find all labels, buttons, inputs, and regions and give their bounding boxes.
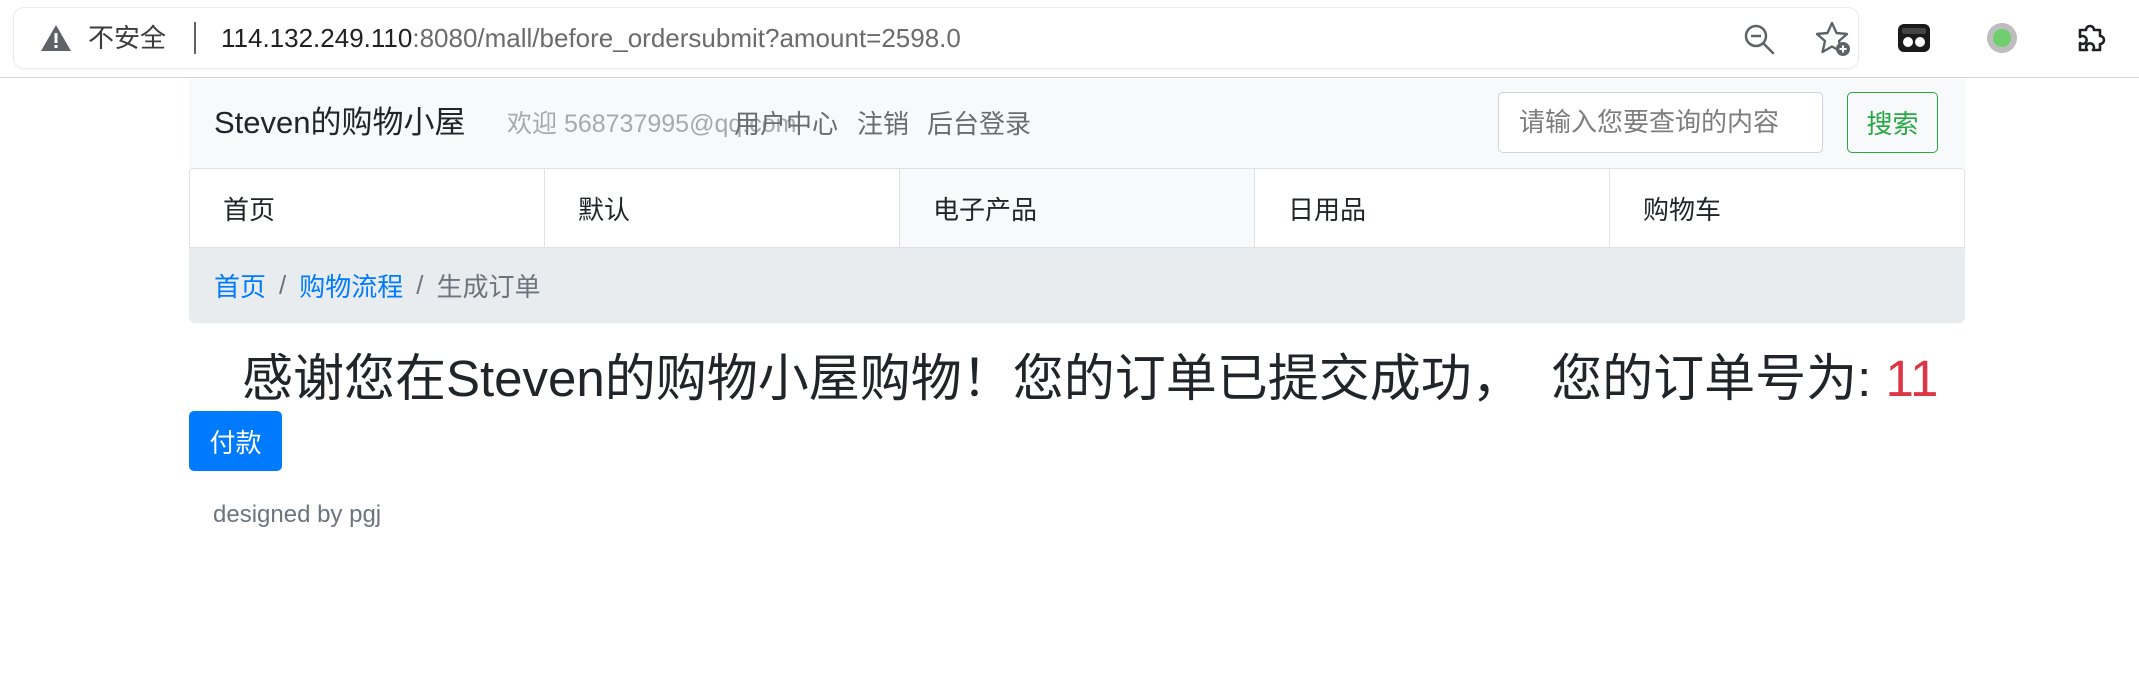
search-button[interactable]: 搜索 <box>1847 92 1938 153</box>
brand-link[interactable]: Steven的购物小屋 <box>214 105 466 141</box>
breadcrumb-home-link[interactable]: 首页 <box>214 267 266 304</box>
search-input[interactable] <box>1498 92 1823 153</box>
url-host: 114.132.249.110 <box>221 23 413 53</box>
url-path: :8080/mall/before_ordersubmit?amount=259… <box>412 23 961 53</box>
tab-cart[interactable]: 购物车 <box>1610 169 1964 247</box>
tab-home[interactable]: 首页 <box>190 169 545 247</box>
zoom-out-icon[interactable] <box>1742 22 1776 56</box>
category-tabs: 首页 默认 电子产品 日用品 购物车 <box>189 168 1965 248</box>
user-center-link[interactable]: 用户中心 <box>734 109 838 139</box>
tab-daily-goods[interactable]: 日用品 <box>1255 169 1610 247</box>
puzzle-icon[interactable] <box>2072 18 2110 56</box>
url-text[interactable]: 114.132.249.110:8080/mall/before_ordersu… <box>221 24 961 52</box>
extension-status-icon[interactable] <box>1984 20 2020 56</box>
star-add-icon[interactable] <box>1814 20 1852 58</box>
order-success-text: 感谢您在Steven的购物小屋购物！您的订单已提交成功， 您的订单号为: <box>242 350 1886 407</box>
tab-electronics[interactable]: 电子产品 <box>900 169 1255 247</box>
pay-button[interactable]: 付款 <box>189 411 282 471</box>
tab-default[interactable]: 默认 <box>545 169 900 247</box>
extension-icon[interactable] <box>1896 20 1932 56</box>
warning-icon[interactable] <box>40 24 72 52</box>
breadcrumb: 首页 / 购物流程 / 生成订单 <box>189 248 1965 323</box>
footer-text: designed by pgj <box>213 501 382 528</box>
admin-login-link[interactable]: 后台登录 <box>927 109 1031 139</box>
logout-link[interactable]: 注销 <box>857 109 909 139</box>
breadcrumb-shopping-flow-link[interactable]: 购物流程 <box>299 267 403 304</box>
order-number: 11 <box>1885 350 1939 407</box>
browser-toolbar: 不安全 114.132.249.110:8080/mall/before_ord… <box>0 0 2139 78</box>
breadcrumb-separator: / <box>416 270 424 300</box>
navbar: Steven的购物小屋 欢迎 568737995@qq.com 用户中心 注销 … <box>189 79 1965 168</box>
address-bar[interactable]: 不安全 114.132.249.110:8080/mall/before_ord… <box>14 8 1858 68</box>
order-success-heading: 感谢您在Steven的购物小屋购物！您的订单已提交成功， 您的订单号为: 11 <box>242 349 1938 409</box>
breadcrumb-separator: / <box>279 270 287 300</box>
address-divider <box>194 22 196 54</box>
breadcrumb-current: 生成订单 <box>436 272 541 302</box>
security-label[interactable]: 不安全 <box>88 24 166 52</box>
